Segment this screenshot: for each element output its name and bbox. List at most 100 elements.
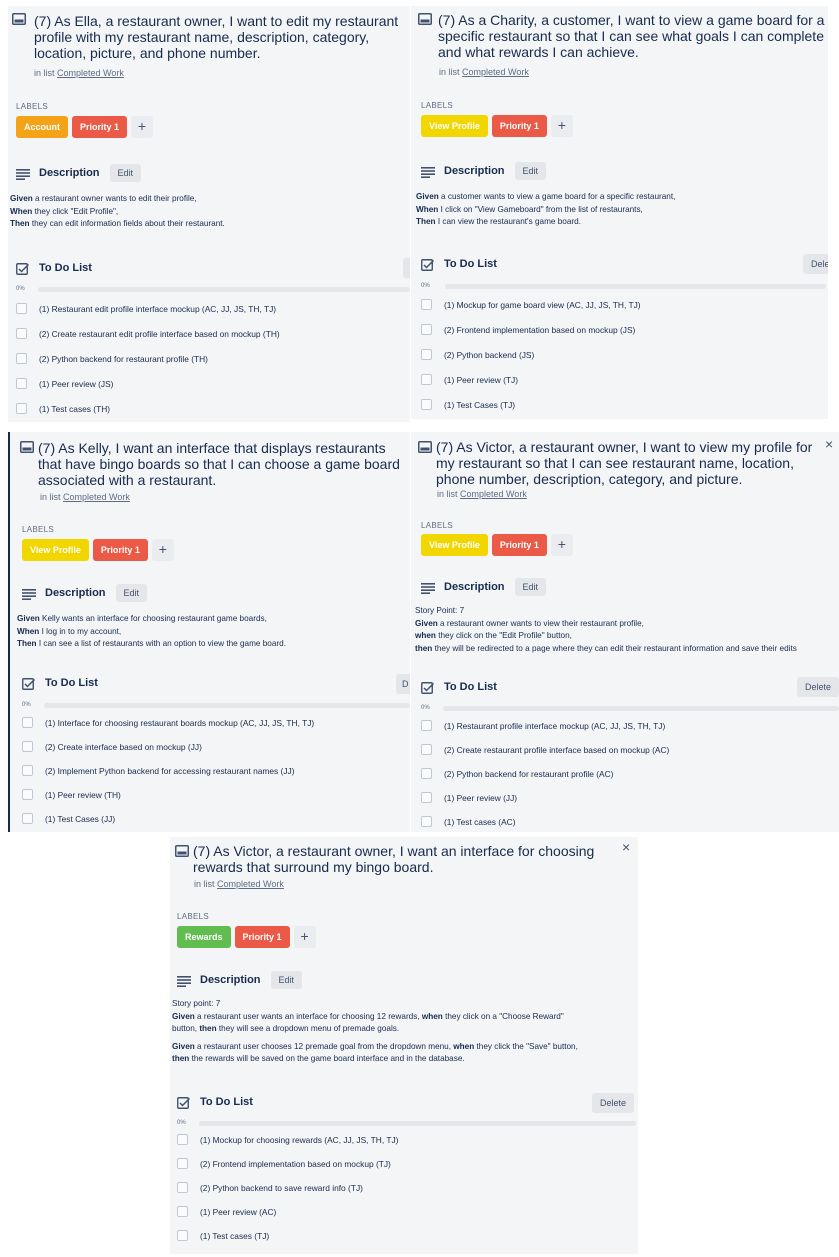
todo-item-text[interactable]: (1) Test cases (TJ) (200, 1231, 269, 1241)
todo-item-text[interactable]: (2) Frontend implementation based on moc… (200, 1159, 391, 1169)
todo-item-text[interactable]: (1) Mockup for game board view (AC, JJ, … (444, 300, 641, 310)
todo-item[interactable]: (2) Frontend implementation based on moc… (177, 1158, 391, 1169)
card-title[interactable]: (7) As Ella, a restaurant owner, I want … (34, 13, 408, 61)
label-chip[interactable]: Account (16, 116, 68, 138)
add-label-button[interactable]: + (131, 116, 154, 138)
todo-checkbox[interactable] (16, 353, 27, 364)
todo-item[interactable]: (2) Create interface based on mockup (JJ… (22, 741, 202, 752)
todo-checkbox[interactable] (177, 1182, 188, 1193)
todo-checkbox[interactable] (177, 1206, 188, 1217)
todo-checkbox[interactable] (22, 741, 33, 752)
todo-checkbox[interactable] (421, 768, 432, 779)
label-chip[interactable]: Priority 1 (72, 116, 128, 138)
todo-item[interactable]: (2) Create restaurant edit profile inter… (16, 328, 280, 339)
todo-item-text[interactable]: (1) Interface for choosing restaurant bo… (45, 718, 314, 728)
todo-item[interactable]: (1) Mockup for choosing rewards (AC, JJ,… (177, 1134, 398, 1145)
todo-checkbox[interactable] (16, 403, 27, 414)
add-label-button[interactable]: + (293, 926, 316, 948)
todo-item-text[interactable]: (1) Peer review (TJ) (444, 375, 518, 385)
add-label-button[interactable]: + (151, 539, 174, 561)
todo-item-text[interactable]: (1) Peer review (JJ) (444, 793, 517, 803)
todo-item[interactable]: (1) Mockup for game board view (AC, JJ, … (421, 299, 641, 310)
todo-item-text[interactable]: (1) Test Cases (TJ) (444, 400, 515, 410)
todo-item[interactable]: (1) Peer review (TH) (22, 789, 121, 800)
label-chip[interactable]: View Profile (421, 115, 488, 137)
delete-checklist-button[interactable]: Dele (803, 254, 828, 274)
edit-description-button[interactable]: Edit (514, 162, 547, 180)
todo-item-text[interactable]: (2) Create interface based on mockup (JJ… (45, 742, 202, 752)
delete-checklist-button[interactable]: Delete (797, 677, 839, 697)
todo-checkbox[interactable] (421, 299, 432, 310)
todo-item-text[interactable]: (1) Mockup for choosing rewards (AC, JJ,… (200, 1135, 398, 1145)
todo-checkbox[interactable] (16, 328, 27, 339)
todo-checkbox[interactable] (421, 349, 432, 360)
todo-item-text[interactable]: (1) Peer review (JS) (39, 379, 113, 389)
todo-checkbox[interactable] (16, 303, 27, 314)
delete-checklist-button[interactable]: Delete (592, 1093, 635, 1113)
todo-item-text[interactable]: (1) Peer review (TH) (45, 790, 121, 800)
todo-item-text[interactable]: (2) Python backend to save reward info (… (200, 1183, 363, 1193)
label-chip[interactable]: Priority 1 (491, 115, 547, 137)
todo-item-text[interactable]: (2) Implement Python backend for accessi… (45, 766, 295, 776)
todo-checkbox[interactable] (22, 717, 33, 728)
todo-item-text[interactable]: (2) Create restaurant edit profile inter… (39, 329, 280, 339)
todo-checkbox[interactable] (177, 1158, 188, 1169)
add-label-button[interactable]: + (550, 115, 573, 137)
todo-checkbox[interactable] (421, 374, 432, 385)
label-chip[interactable]: Priority 1 (92, 539, 148, 561)
todo-checkbox[interactable] (22, 765, 33, 776)
label-chip[interactable]: View Profile (22, 539, 89, 561)
todo-item-text[interactable]: (1) Test cases (TH) (39, 404, 110, 414)
todo-checkbox[interactable] (421, 816, 432, 827)
todo-item[interactable]: (1) Test Cases (JJ) (22, 813, 115, 824)
delete-checklist-button[interactable] (403, 258, 410, 278)
todo-item-text[interactable]: (2) Python backend for restaurant profil… (444, 769, 613, 779)
todo-item-text[interactable]: (1) Peer review (AC) (200, 1207, 276, 1217)
todo-checkbox[interactable] (421, 720, 432, 731)
close-icon[interactable]: × (825, 436, 833, 452)
todo-item[interactable]: (1) Restaurant profile interface mockup … (421, 720, 665, 731)
todo-checkbox[interactable] (22, 789, 33, 800)
todo-item[interactable]: (2) Implement Python backend for accessi… (22, 765, 295, 776)
edit-description-button[interactable]: Edit (115, 584, 148, 602)
todo-checkbox[interactable] (22, 813, 33, 824)
list-link[interactable]: Completed Work (217, 879, 284, 889)
todo-item[interactable]: (1) Interface for choosing restaurant bo… (22, 717, 314, 728)
edit-description-button[interactable]: Edit (270, 971, 303, 989)
todo-item[interactable]: (1) Test cases (TH) (16, 403, 110, 414)
todo-checkbox[interactable] (421, 324, 432, 335)
todo-item-text[interactable]: (1) Restaurant edit profile interface mo… (39, 304, 276, 314)
card-title[interactable]: (7) As Victor, a restaurant owner, I wan… (436, 439, 821, 487)
todo-item[interactable]: (1) Restaurant edit profile interface mo… (16, 303, 276, 314)
todo-item-text[interactable]: (1) Restaurant profile interface mockup … (444, 721, 665, 731)
todo-item[interactable]: (1) Peer review (JS) (16, 378, 113, 389)
todo-item[interactable]: (2) Python backend for restaurant profil… (421, 768, 613, 779)
todo-item[interactable]: (1) Test cases (TJ) (177, 1230, 269, 1241)
todo-item[interactable]: (2) Python backend to save reward info (… (177, 1182, 363, 1193)
todo-item[interactable]: (2) Create restaurant profile interface … (421, 744, 669, 755)
todo-item-text[interactable]: (2) Python backend (JS) (444, 350, 534, 360)
todo-checkbox[interactable] (177, 1134, 188, 1145)
label-chip[interactable]: Priority 1 (491, 534, 547, 556)
list-link[interactable]: Completed Work (462, 67, 529, 77)
todo-item[interactable]: (1) Peer review (AC) (177, 1206, 276, 1217)
card-title[interactable]: (7) As Victor, a restaurant owner, I wan… (193, 843, 613, 875)
card-title[interactable]: (7) As a Charity, a customer, I want to … (438, 12, 826, 60)
label-chip[interactable]: View Profile (421, 534, 488, 556)
close-icon[interactable]: × (622, 839, 630, 855)
todo-checkbox[interactable] (421, 399, 432, 410)
todo-checkbox[interactable] (421, 744, 432, 755)
list-link[interactable]: Completed Work (57, 68, 124, 78)
todo-item[interactable]: (2) Python backend for restaurant profil… (16, 353, 208, 364)
label-chip[interactable]: Priority 1 (234, 926, 290, 948)
todo-checkbox[interactable] (177, 1230, 188, 1241)
todo-item-text[interactable]: (2) Create restaurant profile interface … (444, 745, 669, 755)
todo-item-text[interactable]: (1) Test cases (AC) (444, 817, 516, 827)
add-label-button[interactable]: + (550, 534, 573, 556)
edit-description-button[interactable]: Edit (514, 578, 547, 596)
list-link[interactable]: Completed Work (63, 492, 130, 502)
label-chip[interactable]: Rewards (177, 926, 231, 948)
list-link[interactable]: Completed Work (460, 489, 527, 499)
todo-checkbox[interactable] (421, 792, 432, 803)
todo-item[interactable]: (1) Peer review (TJ) (421, 374, 518, 385)
